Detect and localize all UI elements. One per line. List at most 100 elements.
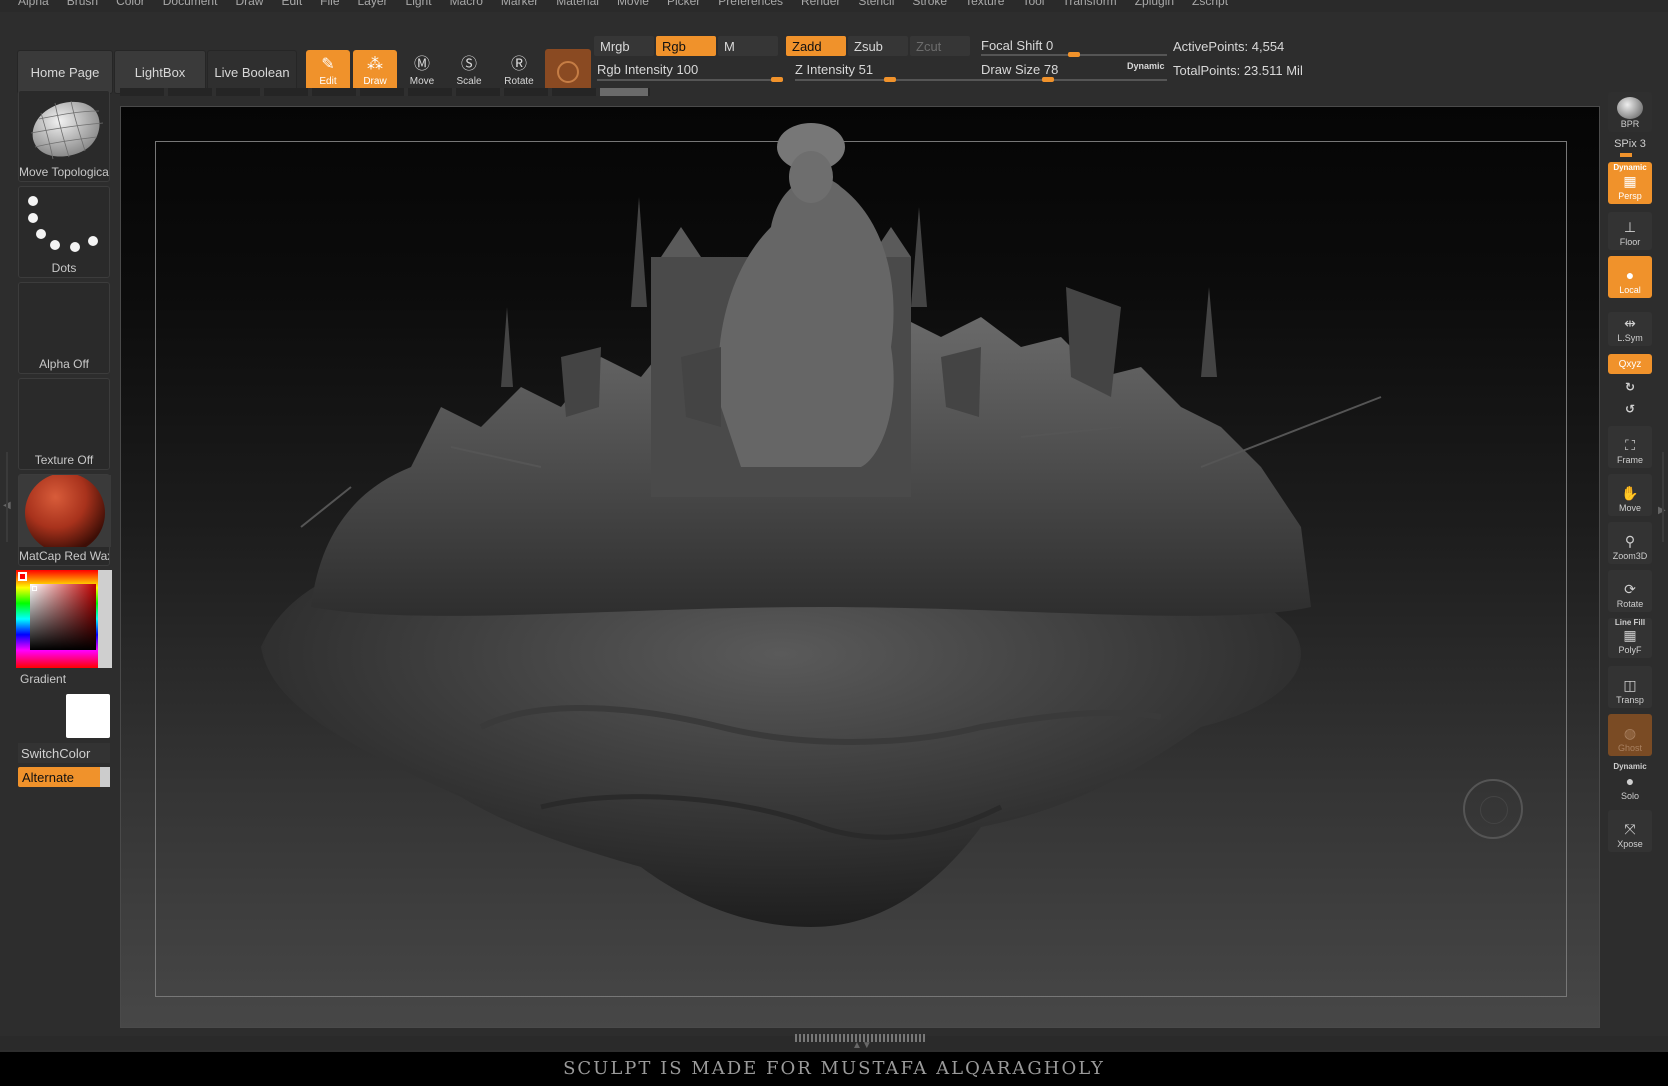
menu-item[interactable]: Preferences (718, 0, 783, 8)
menu-item[interactable]: Document (163, 0, 218, 8)
focal-shift-knob[interactable] (1068, 52, 1080, 57)
rgb-intensity-knob[interactable] (771, 77, 783, 82)
menu-item[interactable]: Render (801, 0, 840, 8)
polyframe-grid-icon: ▦ (1623, 627, 1637, 643)
menu-item[interactable]: Draw (235, 0, 263, 8)
z-intensity-slider[interactable]: Z Intensity 51 (795, 62, 873, 77)
transp-button[interactable]: ◫ Transp (1608, 666, 1652, 708)
y-axis-rotate-icon[interactable]: ↻ (1608, 380, 1652, 394)
switch-color-button[interactable]: SwitchColor (18, 743, 110, 763)
menu-item[interactable]: Texture (965, 0, 1004, 8)
ghost-button[interactable]: ◍ Ghost (1608, 714, 1652, 756)
local-button[interactable]: ● Local (1608, 256, 1652, 298)
menu-item[interactable]: Marker (501, 0, 538, 8)
move-topological-brush-icon (30, 100, 104, 160)
rgb-toggle[interactable]: Rgb (656, 36, 716, 56)
stroke-selector[interactable]: Dots (18, 186, 110, 278)
total-points-readout: TotalPoints: 23.511 Mil (1173, 63, 1303, 78)
document-canvas[interactable] (120, 106, 1600, 1028)
local-pivot-icon: ● (1625, 267, 1635, 283)
polyf-label: PolyF (1618, 645, 1642, 655)
mrgb-toggle[interactable]: Mrgb (594, 36, 654, 56)
alpha-selector[interactable]: Alpha Off (18, 282, 110, 374)
polyf-button[interactable]: Line Fill ▦ PolyF (1608, 618, 1652, 658)
menu-item[interactable]: Stroke (912, 0, 947, 8)
rgb-intensity-label: Rgb Intensity (597, 62, 673, 77)
zsub-toggle[interactable]: Zsub (848, 36, 908, 56)
lsym-button[interactable]: ⇹ L.Sym (1608, 312, 1652, 346)
frame-icon: ⛶ (1625, 437, 1635, 453)
floor-icon: ⊥ (1623, 219, 1637, 235)
red-wax-sphere-icon (19, 475, 111, 547)
rgb-intensity-value: 100 (676, 62, 699, 77)
zadd-toggle[interactable]: Zadd (786, 36, 846, 56)
persp-button[interactable]: Dynamic ▦ Persp (1608, 162, 1652, 204)
draw-crosshair-icon: ⁂ (367, 56, 383, 73)
xpose-button[interactable]: ⤧ Xpose (1608, 810, 1652, 852)
menu-item[interactable]: Stencil (858, 0, 894, 8)
texture-selector[interactable]: Texture Off (18, 378, 110, 470)
navigation-gizmo[interactable] (1463, 779, 1523, 839)
menu-item[interactable]: Macro (450, 0, 483, 8)
menu-bar: Alpha Brush Color Document Draw Edit File Layer… (0, 0, 1668, 12)
frame-button[interactable]: ⛶ Frame (1608, 426, 1652, 468)
menu-item[interactable]: File (320, 0, 339, 8)
sculpt-model[interactable] (121, 107, 1601, 1029)
m-toggle[interactable]: M (718, 36, 778, 56)
menu-item[interactable]: Movie (617, 0, 649, 8)
menu-item[interactable]: Edit (281, 0, 302, 8)
gradient-label: Gradient (20, 672, 67, 686)
rgb-intensity-track[interactable] (597, 79, 783, 81)
menu-item[interactable]: Material (556, 0, 599, 8)
z-axis-rotate-icon[interactable]: ↺ (1608, 402, 1652, 416)
draw-size-knob[interactable] (1041, 77, 1054, 82)
dots-stroke-icon (28, 196, 98, 252)
zcut-toggle[interactable]: Zcut (910, 36, 970, 56)
zoom3d-label: Zoom3D (1612, 551, 1648, 561)
material-selector[interactable]: MatCap Red Wax (18, 474, 111, 566)
draw-size-track[interactable] (981, 79, 1167, 81)
draw-size-slider[interactable]: Draw Size 78 (981, 62, 1058, 77)
xyz-axis-button[interactable]: Qxyz (1608, 354, 1652, 374)
secondary-color-swatch[interactable] (66, 694, 110, 738)
move-view-button[interactable]: ✋ Move (1608, 474, 1652, 516)
menu-item[interactable]: Transform (1062, 0, 1116, 8)
focal-shift-label: Focal Shift (981, 38, 1043, 53)
menu-item[interactable]: Zscript (1192, 0, 1228, 8)
z-intensity-knob[interactable] (883, 77, 896, 82)
draw-size-value: 78 (1043, 62, 1059, 77)
saturation-value-square[interactable] (30, 584, 96, 650)
material-sphere-icon (557, 61, 579, 83)
alternate-toggle-end (100, 767, 110, 787)
menu-item[interactable]: Picker (667, 0, 700, 8)
menu-item[interactable]: Color (116, 0, 145, 8)
menu-item[interactable]: Light (406, 0, 432, 8)
brush-selector[interactable]: Move Topological (18, 90, 110, 182)
floor-button[interactable]: ⊥ Floor (1608, 212, 1652, 250)
bottom-tray-arrow-icon[interactable]: ▲▼ (852, 1040, 872, 1051)
rotate-view-button[interactable]: ⟳ Rotate (1608, 570, 1652, 612)
color-picker[interactable] (16, 570, 112, 668)
move-view-label: Move (1618, 503, 1641, 513)
menu-item[interactable]: Tool (1022, 0, 1044, 8)
solo-button[interactable]: ● Solo (1608, 772, 1652, 804)
color-value-bar[interactable] (98, 570, 112, 668)
zoom3d-button[interactable]: ⚲ Zoom3D (1608, 522, 1652, 564)
bpr-button[interactable]: BPR (1608, 92, 1652, 132)
menu-item[interactable]: Zplugin (1135, 0, 1174, 8)
menu-item[interactable]: Alpha (18, 0, 49, 8)
lsym-label: L.Sym (1617, 333, 1643, 343)
menu-item[interactable]: Layer (358, 0, 388, 8)
spix-knob[interactable] (1620, 153, 1632, 157)
tab-strip-scroll-handle[interactable] (600, 88, 648, 96)
focal-shift-slider[interactable]: Focal Shift 0 (981, 38, 1053, 53)
rotate-view-label: Rotate (1616, 599, 1644, 609)
spix-slider[interactable]: SPix 3 (1608, 138, 1652, 150)
palette-tab-strip[interactable] (120, 88, 650, 96)
menu-item[interactable]: Brush (67, 0, 98, 8)
rgb-intensity-slider[interactable]: Rgb Intensity 100 (597, 62, 698, 77)
home-page-button[interactable]: Home Page (17, 50, 113, 94)
dynamic-draw-size-toggle[interactable]: Dynamic (1127, 61, 1165, 71)
transparency-icon: ◫ (1623, 677, 1637, 693)
alternate-toggle[interactable]: Alternate (18, 767, 110, 787)
